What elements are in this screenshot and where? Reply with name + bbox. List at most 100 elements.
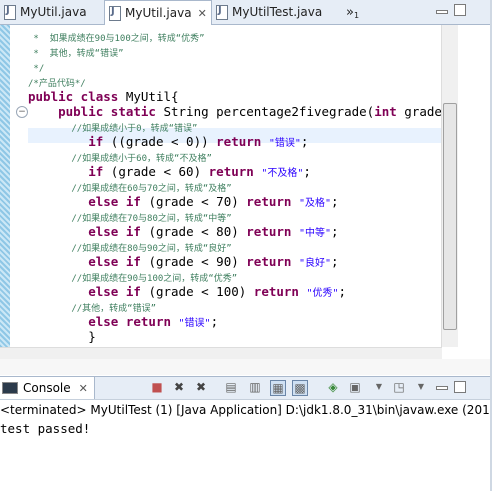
code-line[interactable]: /*产品代码*/ bbox=[28, 74, 86, 89]
tab-overflow-button[interactable]: » 1 bbox=[346, 0, 370, 24]
code-text: (grade < 100) bbox=[148, 284, 254, 299]
word-wrap-icon[interactable]: ▦ bbox=[270, 380, 286, 396]
code-line[interactable]: //如果成绩在60与70之间，转成“及格” bbox=[28, 179, 232, 194]
code-keyword: return bbox=[246, 194, 299, 209]
code-comment: //如果成绩在80与90之间，转成“良好” bbox=[28, 244, 232, 254]
maximize-icon[interactable] bbox=[454, 381, 466, 393]
code-keyword: return bbox=[246, 224, 299, 239]
code-string: "中等" bbox=[298, 228, 332, 239]
remove-launch-icon[interactable]: ✖ bbox=[172, 380, 186, 394]
code-line[interactable]: else if (grade < 80) return "中等"; bbox=[28, 224, 339, 239]
code-line[interactable]: * 如果成绩在90与100之间，转成“优秀” bbox=[28, 29, 205, 44]
tab-myutiltest-java[interactable]: MyUtilTest.java bbox=[212, 0, 336, 24]
code-line[interactable]: } bbox=[28, 329, 96, 344]
tab-console[interactable]: Console ✕ bbox=[0, 377, 95, 399]
minimize-icon[interactable] bbox=[436, 386, 448, 390]
code-line[interactable]: * 其他，转成“错误” bbox=[28, 44, 124, 59]
code-line[interactable]: else return "错误"; bbox=[28, 314, 218, 329]
code-line[interactable]: //如果成绩在90与100之间，转成“优秀” bbox=[28, 269, 237, 284]
code-line[interactable]: else if (grade < 90) return "良好"; bbox=[28, 254, 339, 269]
code-comment: * 如果成绩在90与100之间，转成“优秀” bbox=[28, 34, 205, 44]
code-text: ; bbox=[338, 284, 347, 299]
open-console-icon[interactable]: ◳ bbox=[392, 380, 406, 394]
chevron-down-icon[interactable]: ▼ bbox=[414, 380, 428, 394]
tab-myutil-java-1[interactable]: MyUtil.java bbox=[0, 0, 104, 24]
chevron-right-double-icon: » bbox=[346, 4, 354, 20]
code-line[interactable]: if (grade < 60) return "不及格"; bbox=[28, 164, 311, 179]
code-line[interactable]: //如果成绩小于60，转成“不及格” bbox=[28, 149, 212, 164]
code-line[interactable]: //其他，转成“错误” bbox=[28, 299, 156, 314]
console-tab-label: Console bbox=[23, 381, 71, 395]
console-output[interactable]: test passed! bbox=[0, 420, 90, 438]
vertical-scrollbar-thumb[interactable] bbox=[443, 103, 457, 330]
code-keyword: else if bbox=[88, 254, 149, 269]
close-icon[interactable]: ✕ bbox=[79, 382, 88, 395]
overview-ruler-right bbox=[458, 25, 492, 347]
code-line[interactable]: if ((grade < 0)) return "错误"; bbox=[28, 134, 308, 149]
code-keyword: public static bbox=[58, 104, 164, 119]
fold-collapse-icon[interactable]: − bbox=[16, 106, 28, 118]
code-comment: //如果成绩小于0，转成“错误” bbox=[28, 124, 198, 134]
code-text: String percentage2fivegrade( bbox=[163, 104, 375, 119]
minimize-icon[interactable] bbox=[436, 10, 448, 14]
code-keyword: int bbox=[374, 104, 405, 119]
code-comment: //如果成绩在70与80之间，转成“中等” bbox=[28, 214, 232, 224]
display-selected-console-icon[interactable]: ▣ bbox=[348, 380, 362, 394]
code-line[interactable]: //如果成绩在70与80之间，转成“中等” bbox=[28, 209, 232, 224]
code-comment: //如果成绩小于60，转成“不及格” bbox=[28, 154, 212, 164]
code-lines[interactable]: * 如果成绩在90与100之间，转成“优秀” * 其他，转成“错误” */ /*产… bbox=[28, 25, 464, 347]
code-keyword: if bbox=[88, 164, 111, 179]
pin-console-icon[interactable]: ◈ bbox=[326, 380, 340, 394]
overflow-count: 1 bbox=[353, 10, 360, 20]
code-keyword: else if bbox=[88, 224, 149, 239]
code-text: MyUtil{ bbox=[125, 89, 179, 104]
scroll-lock-icon[interactable]: ▥ bbox=[248, 380, 262, 394]
code-keyword: return bbox=[208, 164, 262, 179]
code-text: ; bbox=[331, 224, 339, 239]
code-line[interactable]: else if (grade < 70) return "及格"; bbox=[28, 194, 339, 209]
chevron-down-icon[interactable]: ▼ bbox=[372, 380, 386, 394]
code-line[interactable]: //如果成绩在80与90之间，转成“良好” bbox=[28, 239, 232, 254]
code-line[interactable]: public static String percentage2fivegrad… bbox=[28, 104, 457, 119]
code-comment: * 其他，转成“错误” bbox=[28, 49, 124, 59]
tab-label: MyUtilTest.java bbox=[232, 5, 323, 19]
console-toolbar: Console ✕ ■ ✖ ✖ ▤ ▥ ▦ ▩ ◈ ▣ ▼ ◳ ▼ bbox=[0, 376, 492, 400]
code-line[interactable]: else if (grade < 100) return "优秀"; bbox=[28, 284, 346, 299]
code-line[interactable]: public class MyUtil{ bbox=[28, 89, 179, 104]
show-console-on-output-icon[interactable]: ▩ bbox=[292, 380, 308, 396]
java-file-icon bbox=[4, 4, 16, 20]
code-keyword: else return bbox=[88, 314, 179, 329]
code-comment: //如果成绩在60与70之间，转成“及格” bbox=[28, 184, 232, 194]
code-text: ((grade < 0)) bbox=[110, 134, 217, 149]
code-text: ; bbox=[331, 194, 339, 209]
code-editor[interactable]: − * 如果成绩在90与100之间，转成“优秀” * 其他，转成“错误” */ /… bbox=[0, 25, 492, 347]
code-line[interactable]: //如果成绩小于0，转成“错误” bbox=[28, 119, 197, 134]
code-keyword: return bbox=[246, 254, 299, 269]
code-comment: */ bbox=[28, 64, 45, 74]
terminate-icon[interactable]: ■ bbox=[150, 380, 164, 394]
code-comment: /*产品代码*/ bbox=[28, 79, 86, 89]
code-string: "及格" bbox=[298, 198, 332, 209]
code-text: ; bbox=[331, 254, 339, 269]
code-string: "错误" bbox=[268, 138, 301, 149]
code-keyword: public class bbox=[28, 89, 126, 104]
close-icon[interactable]: ✕ bbox=[198, 7, 207, 20]
code-keyword: if bbox=[88, 134, 111, 149]
code-text: ; bbox=[300, 134, 309, 149]
code-line[interactable]: */ bbox=[28, 59, 44, 74]
console-icon bbox=[2, 382, 18, 394]
clear-console-icon[interactable]: ▤ bbox=[224, 380, 238, 394]
view-separator bbox=[0, 359, 492, 375]
tab-label: MyUtil.java bbox=[20, 5, 87, 19]
maximize-icon[interactable] bbox=[454, 4, 466, 16]
code-string: "优秀" bbox=[306, 288, 339, 299]
remove-all-launches-icon[interactable]: ✖ bbox=[194, 380, 208, 394]
code-comment: //如果成绩在90与100之间，转成“优秀” bbox=[28, 274, 238, 284]
tab-myutil-java-2[interactable]: MyUtil.java ✕ bbox=[104, 0, 212, 26]
